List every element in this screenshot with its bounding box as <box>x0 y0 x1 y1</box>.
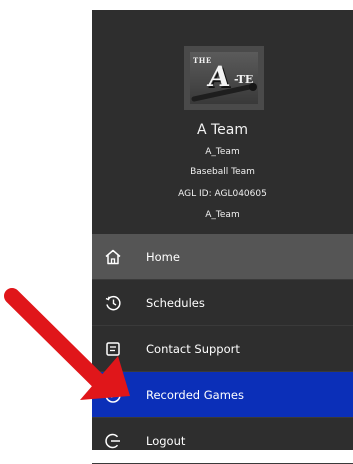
logo-text-suffix: -TE <box>234 73 254 86</box>
menu-item-logout[interactable]: Logout <box>92 418 353 464</box>
menu-item-contact-support-label: Contact Support <box>146 341 240 356</box>
red-pointer-arrow <box>4 288 130 400</box>
team-logo-background: THE A -TE <box>190 52 258 104</box>
menu-item-recorded-games-label: Recorded Games <box>146 387 244 402</box>
menu-item-home[interactable]: Home <box>92 234 353 280</box>
team-logo: THE A -TE <box>184 46 264 110</box>
profile-header: THE A -TE A Team A_Team Baseball Team AG… <box>92 10 353 234</box>
menu-item-schedules-label: Schedules <box>146 295 205 310</box>
team-sport: Baseball Team <box>190 167 255 177</box>
team-handle-secondary: A_Team <box>205 210 240 220</box>
agl-id: AGL ID: AGL040605 <box>178 189 267 199</box>
team-name: A Team <box>196 122 249 138</box>
logo-text-main: A <box>206 60 232 93</box>
home-icon <box>103 247 123 267</box>
team-handle: A_Team <box>205 147 240 157</box>
menu-item-home-label: Home <box>146 249 180 264</box>
logout-icon <box>103 431 123 451</box>
menu-item-logout-label: Logout <box>146 433 186 448</box>
